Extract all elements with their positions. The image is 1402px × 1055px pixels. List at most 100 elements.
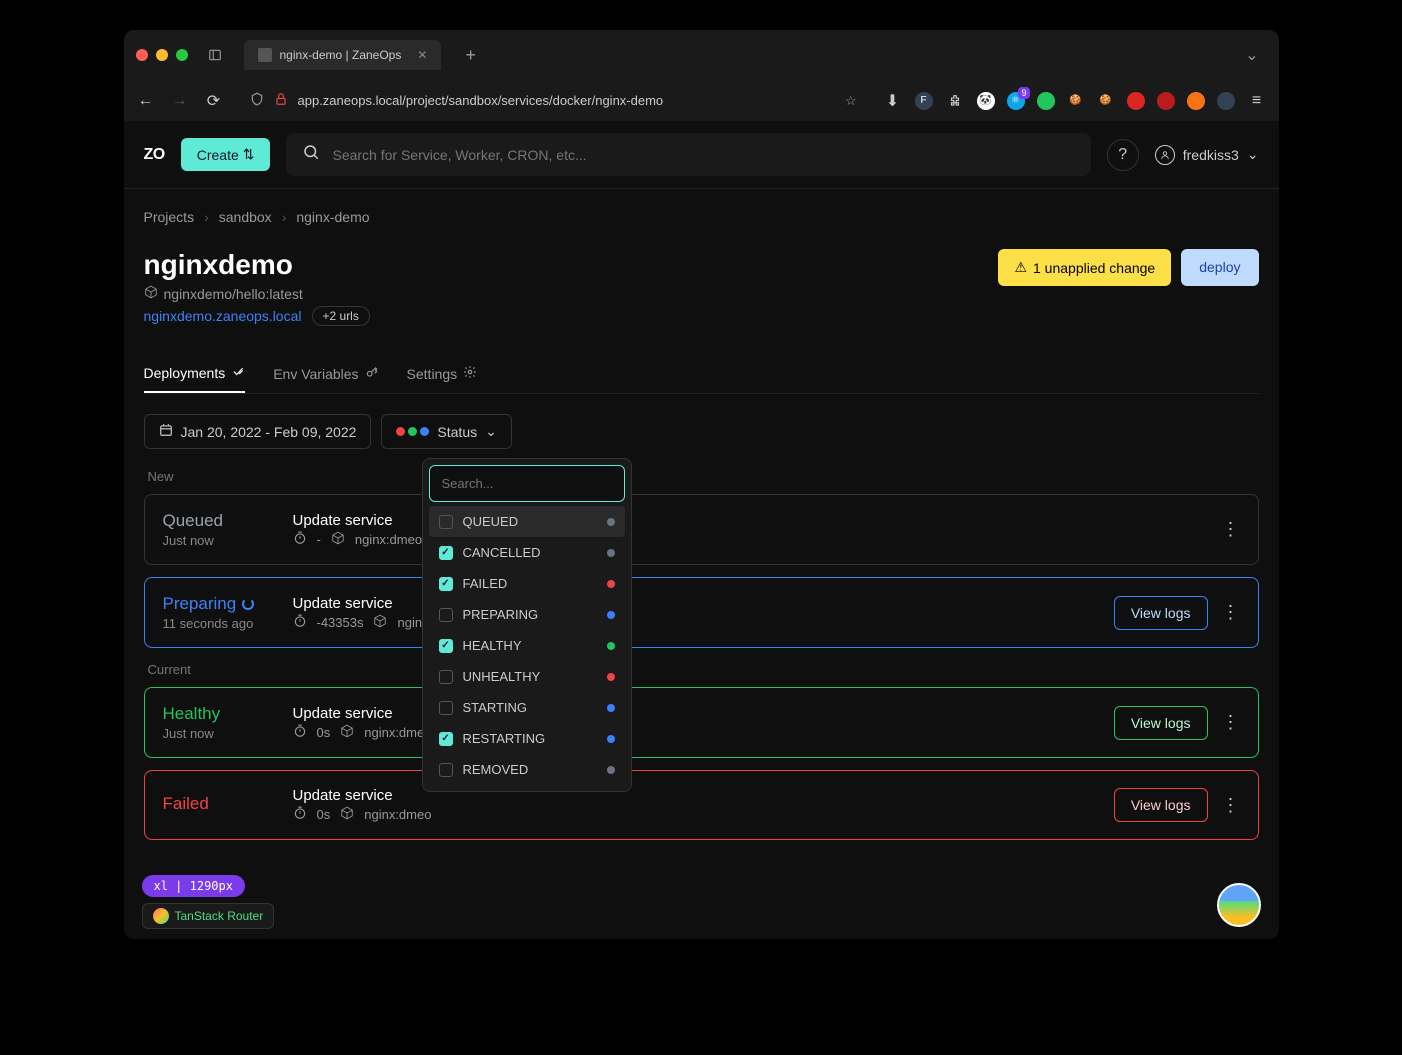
extension-icon[interactable]: 🍪 [1097,92,1115,110]
breadcrumb-item[interactable]: sandbox [219,209,272,225]
image-name: nginxdemo/hello:latest [164,286,303,302]
status-option-removed[interactable]: REMOVED [429,754,625,785]
tab-env-variables[interactable]: Env Variables [273,354,378,393]
status-option-preparing[interactable]: PREPARING [429,599,625,630]
status-filter[interactable]: Status ⌄ [381,414,511,449]
help-button[interactable]: ? [1107,139,1139,171]
sidebar-toggle-icon[interactable] [206,46,224,64]
status-color-icon [607,549,615,557]
more-actions-button[interactable]: ⋮ [1222,795,1240,816]
container-icon [373,614,387,631]
menu-icon[interactable]: ≡ [1247,92,1267,110]
breadcrumb-item[interactable]: nginx-demo [296,209,369,225]
timer-icon [293,724,307,741]
more-actions-button[interactable]: ⋮ [1222,602,1240,623]
checkbox[interactable] [439,546,453,560]
duration: 0s [317,725,331,740]
user-menu[interactable]: fredkiss3 ⌄ [1155,145,1259,165]
view-logs-button[interactable]: View logs [1114,706,1208,740]
tab-settings[interactable]: Settings [407,354,478,393]
extension-icon[interactable] [1187,92,1205,110]
checkbox[interactable] [439,670,453,684]
duration: -43353s [317,615,364,630]
calendar-icon [159,423,173,440]
section-label-new: New [148,469,1259,484]
search-input[interactable] [332,147,1074,163]
status-option-unhealthy[interactable]: UNHEALTHY [429,661,625,692]
view-logs-button[interactable]: View logs [1114,788,1208,822]
option-label: PREPARING [463,607,539,622]
close-tab-icon[interactable]: ✕ [417,48,427,62]
status-dropdown: QUEUEDCANCELLEDFAILED PREPARING HEALTHYUNH… [422,458,632,792]
lock-icon[interactable] [274,92,288,109]
checkbox[interactable] [439,577,453,591]
checkbox[interactable] [439,515,453,529]
more-actions-button[interactable]: ⋮ [1222,519,1240,540]
tab-deployments[interactable]: Deployments [144,354,246,393]
warning-icon: ⚠ [1014,259,1027,276]
checkbox[interactable] [439,701,453,715]
unapplied-changes-button[interactable]: ⚠ 1 unapplied change [998,249,1171,286]
logo[interactable]: ZO [144,146,165,164]
browser-tab[interactable]: nginx-demo | ZaneOps ✕ [244,40,442,70]
extension-icon[interactable] [1037,92,1055,110]
extension-icon[interactable]: 🐼 [977,92,995,110]
address-bar[interactable]: app.zaneops.local/project/sandbox/servic… [238,86,869,115]
extension-icon[interactable] [1217,92,1235,110]
reload-button[interactable]: ⟳ [204,91,224,111]
view-logs-button[interactable]: View logs [1114,596,1208,630]
router-devtools[interactable]: TanStack Router [142,903,275,929]
close-window-icon[interactable] [136,49,148,61]
checkbox[interactable] [439,732,453,746]
extensions-icon[interactable] [945,94,965,108]
extension-badge: 9 [1018,87,1029,99]
back-button[interactable]: ← [136,92,156,110]
bookmark-icon[interactable]: ☆ [845,93,857,109]
maximize-window-icon[interactable] [176,49,188,61]
user-avatar-icon [1155,145,1175,165]
new-tab-button[interactable]: + [465,45,476,66]
search-bar[interactable] [286,133,1090,176]
status-option-starting[interactable]: STARTING [429,692,625,723]
more-actions-button[interactable]: ⋮ [1222,712,1240,733]
window-controls[interactable] [136,49,188,61]
status-option-restarting[interactable]: RESTARTING [429,723,625,754]
shield-icon[interactable] [250,92,264,109]
router-icon [153,908,169,924]
status-option-queued[interactable]: QUEUED [429,506,625,537]
status-option-healthy[interactable]: HEALTHY [429,630,625,661]
extension-icon[interactable]: F [915,92,933,110]
forward-button: → [170,92,190,110]
primary-url-link[interactable]: nginxdemo.zaneops.local [144,308,302,324]
chevron-down-icon: ⌄ [485,423,497,440]
status-option-failed[interactable]: FAILED [429,568,625,599]
deploy-button[interactable]: deploy [1181,249,1258,286]
checkbox[interactable] [439,763,453,777]
tabs: Deployments Env Variables Settings [144,354,1259,394]
container-icon [340,806,354,823]
download-icon[interactable]: ⬇ [883,91,903,111]
extension-icon[interactable] [1127,92,1145,110]
extension-icon[interactable]: ⚛9 [1007,92,1025,110]
tabs-dropdown-icon[interactable]: ⌄ [1245,45,1258,65]
status-option-cancelled[interactable]: CANCELLED [429,537,625,568]
extension-icon[interactable] [1157,92,1175,110]
minimize-window-icon[interactable] [156,49,168,61]
breadcrumb-item[interactable]: Projects [144,209,195,225]
checkbox[interactable] [439,639,453,653]
deployment-time: Just now [163,726,293,741]
dropdown-search-input[interactable] [429,465,625,502]
deployment-card: HealthyJust nowUpdate service0s nginx:dm… [144,687,1259,758]
deployment-status: Preparing [163,594,293,614]
checkbox[interactable] [439,608,453,622]
tab-title: nginx-demo | ZaneOps [280,48,402,62]
create-button[interactable]: Create ⇅ [181,138,271,171]
date-range-filter[interactable]: Jan 20, 2022 - Feb 09, 2022 [144,414,372,449]
chevron-updown-icon: ⇅ [243,146,255,163]
container-icon [144,285,158,302]
extra-urls-badge[interactable]: +2 urls [312,306,370,326]
extension-icon[interactable]: 🍪 [1067,92,1085,110]
deployment-card: Preparing 11 seconds agoUpdate service-4… [144,577,1259,648]
option-label: STARTING [463,700,528,715]
floating-avatar[interactable] [1217,883,1261,927]
